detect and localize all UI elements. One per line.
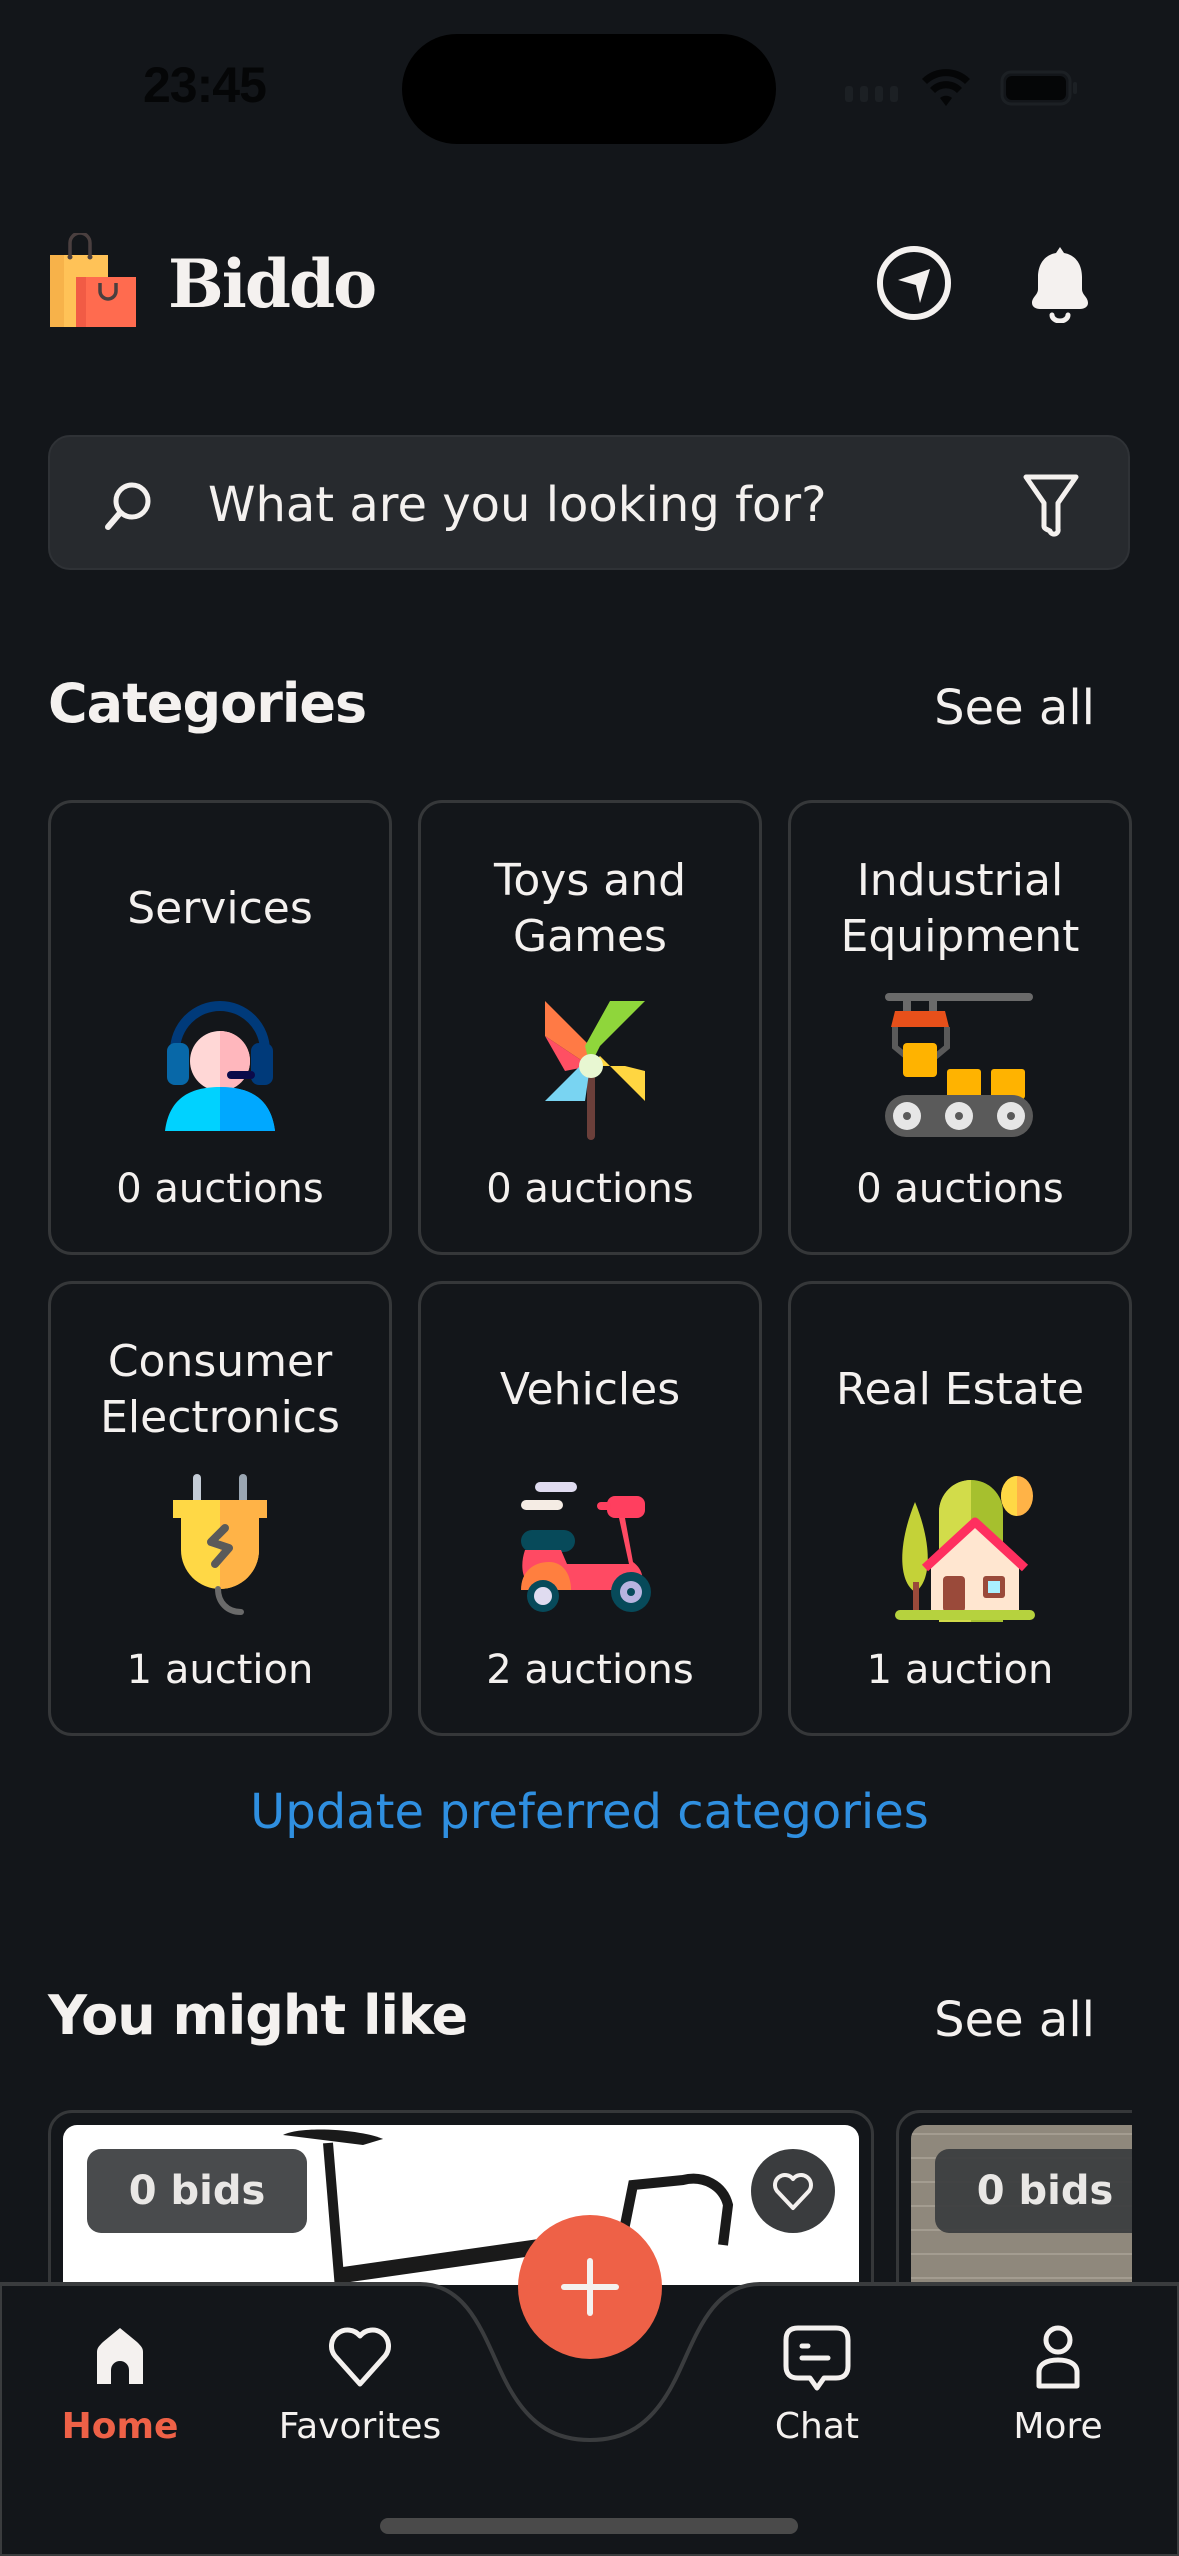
category-count: 0 auctions [116,1166,324,1212]
category-name: Toys and Games [493,855,687,962]
categories-grid: Services 0 auctions Toys and Games 0 auc… [48,800,1132,1736]
pinwheel-icon [545,1000,645,1140]
category-card-vehicles[interactable]: Vehicles 2 auctions [418,1281,762,1736]
nav-favorites[interactable]: Favorites [260,2322,460,2447]
bottom-navigation: Home Favorites Chat More [0,2280,1179,2556]
search-input[interactable] [208,467,1008,542]
search-icon [105,482,151,530]
shopping-bags-logo-icon [50,233,136,327]
filter-icon[interactable] [1020,471,1082,537]
nav-label: Home [61,2406,179,2447]
categories-see-all-link[interactable]: See all [934,680,1095,736]
cellular-signal-icon [845,86,898,102]
category-count: 0 auctions [486,1166,694,1212]
category-count: 0 auctions [856,1166,1064,1212]
status-bar: 23:45 [0,0,1179,170]
location-button[interactable] [874,243,954,323]
heart-icon [773,2173,813,2210]
notifications-button[interactable] [1020,243,1100,324]
dynamic-island [402,34,776,144]
recommendations-title: You might like [48,1984,468,2047]
house-icon [895,1475,1035,1622]
recommendations-see-all-link[interactable]: See all [934,1992,1095,2048]
navigation-arrow-icon [877,246,951,320]
category-card-services[interactable]: Services 0 auctions [48,800,392,1255]
update-preferred-categories-link[interactable]: Update preferred categories [0,1784,1179,1840]
brand-name: Biddo [168,245,377,323]
category-card-toys-and-games[interactable]: Toys and Games 0 auctions [418,800,762,1255]
product-card[interactable]: 0 bids [896,2110,1132,2285]
categories-title: Categories [48,672,367,735]
bell-icon [1032,247,1088,324]
nav-label: More [1013,2406,1103,2447]
conveyor-belt-icon [885,992,1033,1137]
category-card-real-estate[interactable]: Real Estate 1 auction [788,1281,1132,1736]
bids-badge: 0 bids [87,2149,307,2233]
product-image-bicycle: 0 bids [63,2125,859,2285]
search-bar [48,435,1130,570]
category-name: Real Estate [835,1364,1085,1415]
category-name: Consumer Electronics [100,1336,340,1443]
nav-more[interactable]: More [958,2322,1158,2447]
status-time: 23:45 [143,57,267,113]
favorite-button[interactable] [751,2149,835,2233]
headset-agent-icon [165,1000,275,1131]
chat-icon [783,2325,851,2391]
home-icon [97,2328,143,2384]
bids-badge: 0 bids [935,2149,1132,2233]
category-count: 1 auction [126,1647,314,1693]
nav-home[interactable]: Home [20,2322,220,2447]
category-name: Vehicles [499,1364,681,1415]
plug-icon [173,1473,267,1615]
nav-chat[interactable]: Chat [717,2322,917,2447]
category-card-industrial-equipment[interactable]: Industrial Equipment 0 auctions [788,800,1132,1255]
home-indicator[interactable] [380,2518,798,2534]
category-count: 2 auctions [486,1647,694,1693]
wifi-icon [922,69,970,106]
category-name: Industrial Equipment [840,855,1080,962]
product-image-house: 0 bids [911,2125,1132,2285]
nav-label: Chat [774,2406,860,2447]
category-card-consumer-electronics[interactable]: Consumer Electronics 1 auction [48,1281,392,1736]
app-header: Biddo [48,225,1138,340]
scooter-icon [521,1481,651,1612]
nav-label: Favorites [278,2406,442,2447]
product-card[interactable]: 0 bids [48,2110,874,2285]
category-name: Services [127,883,313,934]
category-count: 1 auction [866,1647,1054,1693]
battery-icon [1000,70,1077,106]
person-icon [1036,2325,1080,2389]
heart-icon [329,2327,391,2387]
